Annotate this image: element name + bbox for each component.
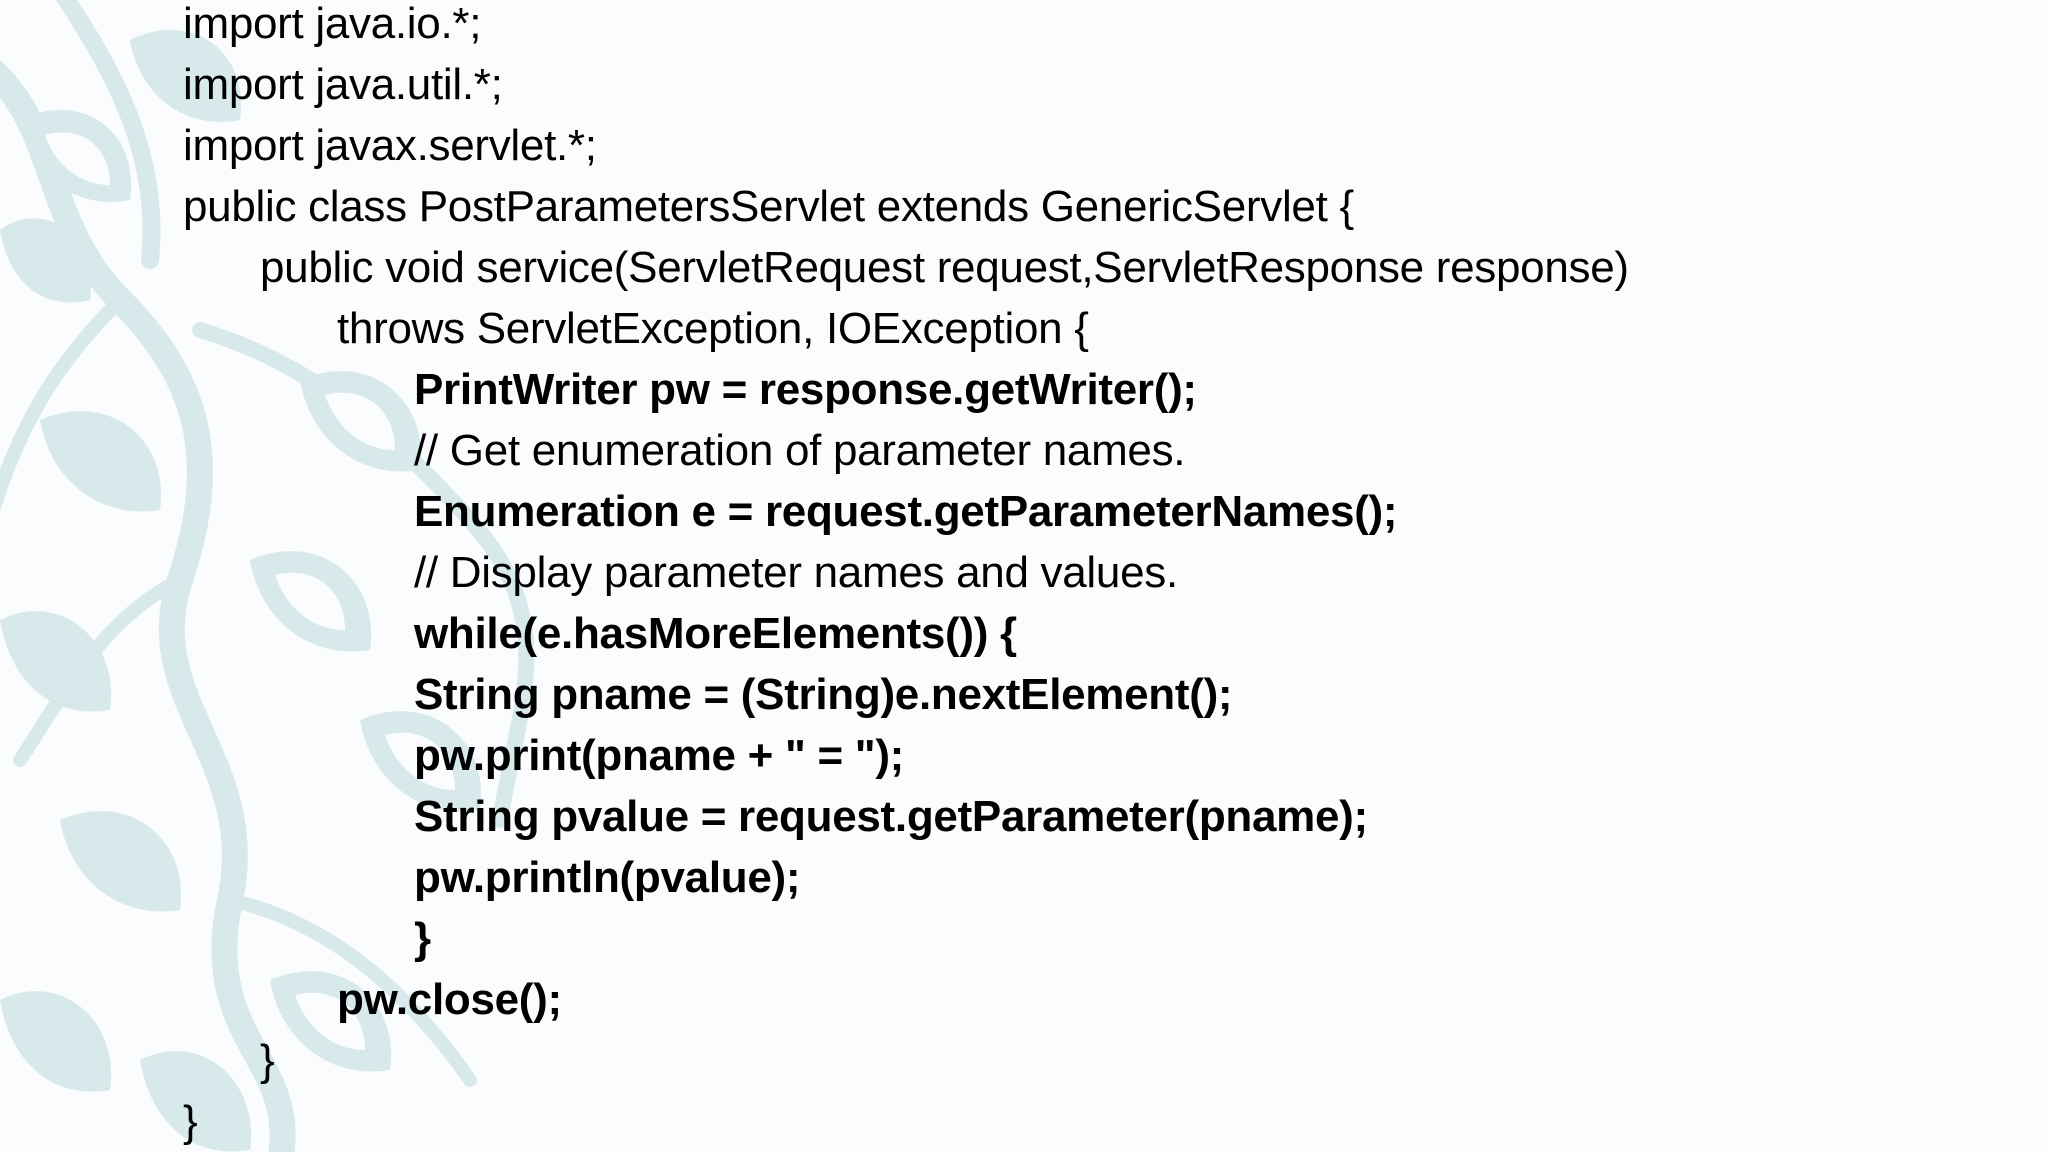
code-line-pvalue: String pvalue = request.getParameter(pna… [414,792,1368,841]
code-line-while-close: } [414,914,431,963]
code-line-get-writer: PrintWriter pw = response.getWriter(); [414,365,1197,414]
code-line-comment-enum: // Get enumeration of parameter names. [414,426,1186,475]
code-line-import-servlet: import javax.servlet.*; [183,121,597,170]
slide: import java.io.*; import java.util.*; im… [0,0,2048,1152]
code-line-print: pw.print(pname + " = "); [414,731,905,780]
code-line-class-decl: public class PostParametersServlet exten… [183,182,1354,231]
code-line-while: while(e.hasMoreElements()) { [414,609,1017,658]
code-line-import-util: import java.util.*; [183,60,503,109]
code-line-pw-close: pw.close(); [337,975,562,1024]
code-line-import-io: import java.io.*; [183,0,482,48]
code-line-get-names: Enumeration e = request.getParameterName… [414,487,1398,536]
code-listing: import java.io.*; import java.util.*; im… [0,0,2048,1152]
code-line-method-decl: public void service(ServletRequest reque… [260,243,1629,292]
code-line-comment-display: // Display parameter names and values. [414,548,1178,597]
code-line-throws: throws ServletException, IOException { [337,304,1089,353]
code-line-pname: String pname = (String)e.nextElement(); [414,670,1233,719]
code-line-method-close: } [260,1036,275,1085]
code-line-class-close: } [183,1097,198,1146]
code-line-println: pw.println(pvalue); [414,853,801,902]
